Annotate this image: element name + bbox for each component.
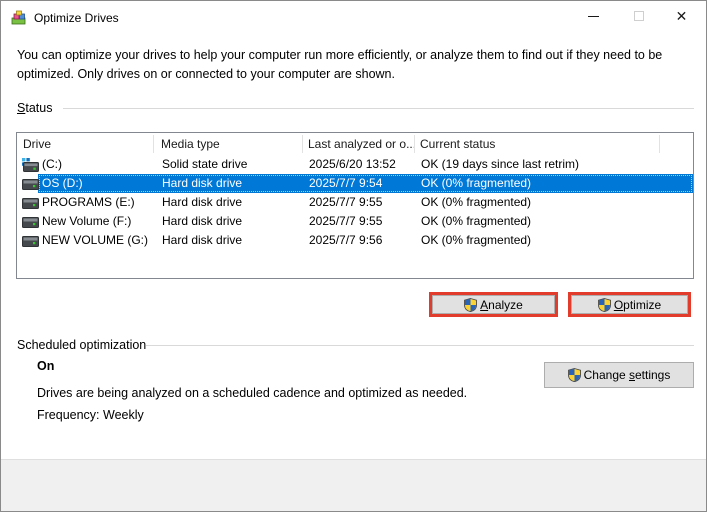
column-separator[interactable] (659, 135, 660, 153)
window-title: Optimize Drives (34, 11, 119, 25)
maximize-icon (633, 11, 644, 21)
close-icon: ✕ (675, 7, 688, 24)
drive-list: Drive Media type Last analyzed or o... C… (16, 132, 694, 279)
hdd-drive-icon (22, 217, 39, 228)
table-row-drive-c[interactable]: (C:) Solid state drive 2025/6/20 13:52 O… (18, 155, 692, 174)
minimize-icon (588, 15, 599, 17)
optimize-annotation-box: Optimize (568, 292, 691, 317)
uac-shield-icon (464, 297, 478, 312)
hdd-drive-icon (22, 236, 39, 247)
scheduled-description: Drives are being analyzed on a scheduled… (37, 386, 468, 400)
column-header-last-analyzed[interactable]: Last analyzed or o... (308, 137, 416, 151)
scheduled-state: On (37, 359, 55, 373)
status-separator-line (63, 108, 694, 109)
change-settings-label: Change settings (583, 368, 671, 382)
intro-text: You can optimize your drives to help you… (17, 48, 663, 81)
defrag-app-icon (11, 10, 26, 25)
hdd-drive-icon (22, 179, 39, 190)
uac-shield-icon (597, 297, 611, 312)
status-section-label: Status (17, 101, 53, 115)
dialog-footer: Close (1, 459, 706, 511)
minimize-button[interactable] (571, 1, 616, 31)
scheduled-section-label: Scheduled optimization (17, 338, 147, 352)
column-header-media[interactable]: Media type (161, 137, 220, 151)
optimize-button-label: Optimize (613, 297, 662, 312)
column-header-current-status[interactable]: Current status (420, 137, 495, 151)
analyze-annotation-box: Analyze (429, 292, 558, 317)
hdd-drive-icon (22, 198, 39, 209)
scheduled-frequency: Frequency: Weekly (37, 408, 144, 422)
table-row-drive-d-selected[interactable]: OS (D:) Hard disk drive 2025/7/7 9:54 OK… (18, 174, 693, 193)
table-row-drive-f[interactable]: New Volume (F:) Hard disk drive 2025/7/7… (18, 212, 692, 231)
column-separator[interactable] (302, 135, 303, 153)
title-bar: Optimize Drives ✕ (1, 1, 706, 34)
maximize-button-disabled (616, 1, 661, 31)
column-header-drive[interactable]: Drive (23, 137, 51, 151)
optimize-button[interactable]: Optimize (571, 295, 688, 314)
uac-shield-icon (567, 368, 581, 382)
table-row-drive-e[interactable]: PROGRAMS (E:) Hard disk drive 2025/7/7 9… (18, 193, 692, 212)
change-settings-button[interactable]: Change settings (544, 362, 694, 388)
scheduled-separator-line (132, 345, 694, 346)
column-separator[interactable] (414, 135, 415, 153)
close-window-button[interactable]: ✕ (659, 1, 704, 31)
table-row-drive-g[interactable]: NEW VOLUME (G:) Hard disk drive 2025/7/7… (18, 231, 692, 250)
ssd-drive-icon (22, 158, 39, 172)
analyze-button-label: Analyze (480, 297, 523, 312)
column-separator[interactable] (153, 135, 154, 153)
drive-list-header: Drive Media type Last analyzed or o... C… (17, 133, 693, 155)
analyze-button[interactable]: Analyze (432, 295, 555, 314)
optimize-drives-dialog: Optimize Drives ✕ You can optimize your … (0, 0, 707, 512)
